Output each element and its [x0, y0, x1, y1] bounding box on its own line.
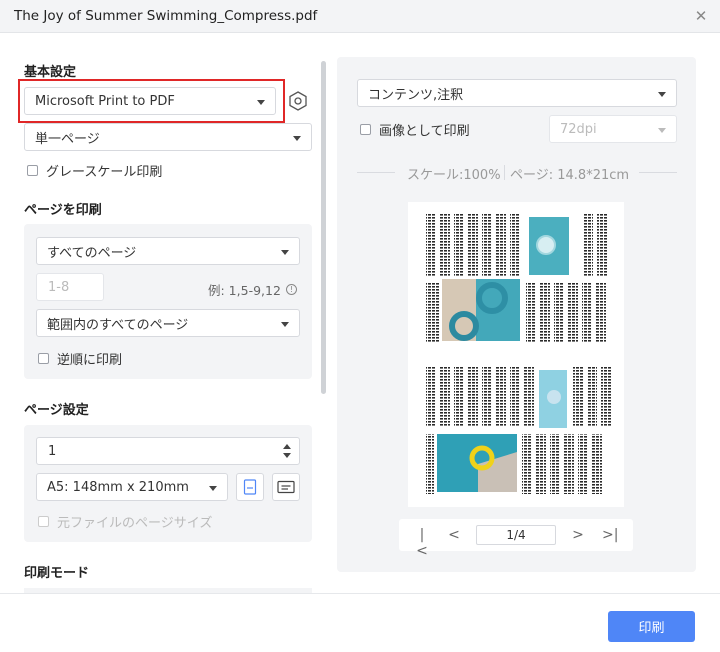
page-layout-value: 単一ページ	[35, 131, 100, 147]
divider	[357, 172, 395, 173]
page-preview	[408, 202, 624, 507]
portrait-icon	[243, 479, 257, 495]
reverse-order-label: 逆順に印刷	[57, 353, 123, 368]
landscape-icon	[277, 480, 295, 494]
landscape-orientation-button[interactable]	[272, 473, 300, 501]
reverse-order-checkbox[interactable]: 逆順に印刷	[38, 349, 122, 368]
page-subset-select[interactable]: 範囲内のすべてのページ	[36, 309, 300, 337]
copies-stepper[interactable]: 1	[36, 437, 300, 465]
page-range-hint-text: 例: 1,5-9,12	[208, 283, 281, 298]
page-preview-thumbnail	[426, 214, 611, 494]
paper-size-value: A5: 148mm x 210mm	[47, 479, 189, 495]
page-range-select[interactable]: すべてのページ	[36, 237, 300, 265]
portrait-orientation-button[interactable]	[236, 473, 264, 501]
checkbox-box	[360, 124, 371, 135]
prev-page-icon[interactable]: <	[446, 527, 462, 543]
chevron-down-icon	[209, 486, 217, 491]
page-range-input[interactable]: 1-8	[36, 273, 104, 301]
page-size-text: ページ: 14.8*21cm	[510, 168, 630, 183]
divider	[504, 165, 505, 180]
print-button[interactable]: 印刷	[608, 611, 695, 642]
grayscale-label: グレースケール印刷	[46, 165, 163, 180]
next-page-icon[interactable]: >	[570, 527, 586, 543]
page-navigator: |< < 1/4 > >|	[399, 519, 633, 559]
window-title: The Joy of Summer Swimming_Compress.pdf	[14, 8, 318, 24]
chevron-down-icon	[293, 136, 301, 141]
printer-highlight-box	[18, 79, 285, 123]
paper-size-select[interactable]: A5: 148mm x 210mm	[36, 473, 228, 501]
page-range-value: すべてのページ	[47, 245, 137, 261]
chevron-down-icon	[658, 128, 666, 133]
print-pages-heading: ページを印刷	[24, 203, 102, 218]
stepper-up-icon[interactable]	[283, 444, 291, 449]
printer-properties-icon[interactable]	[287, 90, 309, 112]
grayscale-checkbox[interactable]: グレースケール印刷	[27, 161, 162, 180]
page-setup-heading: ページ設定	[24, 403, 89, 418]
close-icon[interactable]: ✕	[690, 5, 712, 27]
original-size-checkbox[interactable]: 元ファイルのページサイズ	[38, 512, 212, 531]
page-subset-value: 範囲内のすべてのページ	[47, 317, 189, 333]
first-page-icon[interactable]: |<	[414, 527, 430, 559]
print-mode-heading: 印刷モード	[24, 566, 90, 581]
scale-text: スケール:100%	[407, 168, 501, 183]
dpi-value: 72dpi	[560, 121, 597, 137]
stepper-down-icon[interactable]	[283, 453, 291, 458]
basic-settings-heading: 基本設定	[24, 65, 77, 80]
dpi-select[interactable]: 72dpi	[549, 115, 677, 143]
chevron-down-icon	[281, 322, 289, 327]
page-range-hint: 例: 1,5-9,12 !	[208, 280, 297, 299]
page-range-placeholder: 1-8	[48, 279, 70, 295]
divider	[639, 172, 677, 173]
print-as-image-label: 画像として印刷	[379, 124, 470, 139]
footer-divider	[0, 593, 720, 594]
current-page-input[interactable]: 1/4	[476, 525, 556, 545]
page-layout-select[interactable]: 単一ページ	[24, 123, 312, 151]
print-as-image-checkbox[interactable]: 画像として印刷	[360, 120, 470, 139]
settings-scrollbar[interactable]	[321, 61, 326, 394]
copies-value: 1	[48, 443, 57, 459]
chevron-down-icon	[281, 250, 289, 255]
info-icon[interactable]: !	[285, 284, 297, 295]
scale-info-row: スケール:100% ページ: 14.8*21cm	[357, 164, 677, 183]
checkbox-box	[27, 165, 38, 176]
content-select-value: コンテンツ,注釈	[368, 87, 464, 103]
checkbox-box	[38, 353, 49, 364]
checkbox-box	[38, 516, 49, 527]
chevron-down-icon	[658, 92, 666, 97]
content-select[interactable]: コンテンツ,注釈	[357, 79, 677, 107]
last-page-icon[interactable]: >|	[602, 527, 618, 543]
original-size-label: 元ファイルのページサイズ	[57, 516, 213, 531]
title-bar: The Joy of Summer Swimming_Compress.pdf …	[0, 0, 720, 33]
